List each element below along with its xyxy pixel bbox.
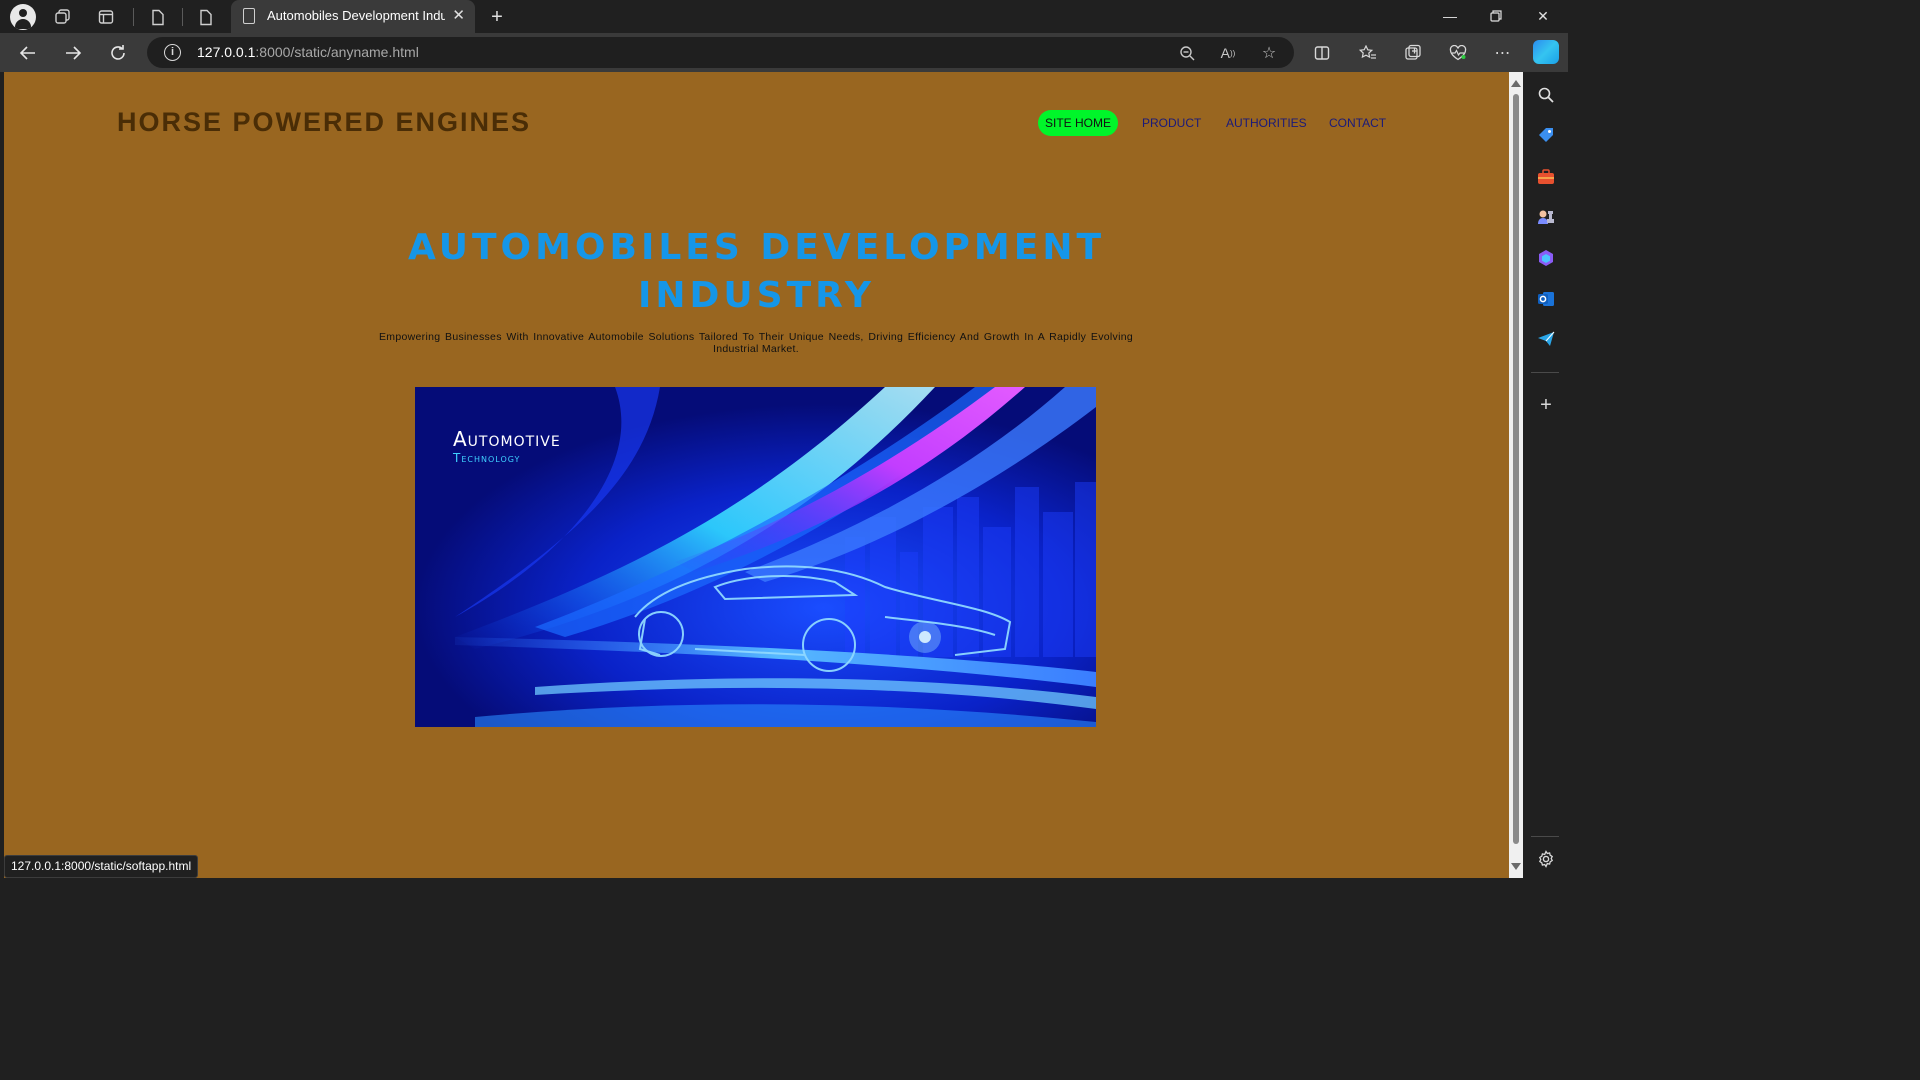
tab-title: Automobiles Development Indut	[267, 8, 445, 23]
address-bar[interactable]: i 127.0.0.1:8000/static/anyname.html A))…	[147, 37, 1294, 68]
close-tab-icon[interactable]: ✕	[452, 6, 465, 24]
banner-subheading: Technology	[453, 451, 521, 465]
nav-authorities[interactable]: AUTHORITIES	[1226, 110, 1307, 136]
close-window-icon[interactable]: ✕	[1520, 3, 1566, 29]
hero-title-line-2: INDUSTRY	[638, 275, 875, 316]
scroll-up-arrow-icon[interactable]	[1511, 80, 1521, 87]
automotive-technology-banner: Automotive Technology	[415, 387, 1096, 727]
nav-site-home[interactable]: SITE HOME	[1038, 110, 1119, 136]
tools-briefcase-icon[interactable]	[1535, 166, 1557, 188]
site-info-icon[interactable]: i	[164, 44, 181, 61]
browser-essentials-icon[interactable]	[1446, 41, 1470, 65]
web-page: HORSE POWERED ENGINES SITE HOME PRODUCT …	[4, 72, 1509, 878]
games-icon[interactable]	[1535, 206, 1557, 228]
nav-product[interactable]: PRODUCT	[1142, 110, 1201, 136]
refresh-icon[interactable]	[104, 39, 132, 67]
scroll-down-arrow-icon[interactable]	[1511, 863, 1521, 870]
back-arrow-icon[interactable]	[14, 39, 42, 67]
add-sidebar-app-icon[interactable]: +	[1535, 394, 1557, 416]
url-text[interactable]: 127.0.0.1:8000/static/anyname.html	[197, 44, 419, 60]
new-tab-icon[interactable]: +	[484, 4, 510, 30]
telegram-send-icon[interactable]	[1535, 328, 1557, 350]
hero-title-line-1: AUTOMOBILES DEVELOPMENT	[407, 227, 1106, 268]
minimize-icon[interactable]: —	[1427, 3, 1473, 29]
profile-avatar-icon[interactable]	[10, 4, 36, 30]
banner-heading: Automotive	[453, 427, 561, 451]
settings-gear-icon[interactable]	[1535, 848, 1557, 870]
vertical-tabs-icon[interactable]	[93, 4, 119, 30]
search-icon[interactable]	[1535, 84, 1557, 106]
zoom-out-icon[interactable]	[1177, 43, 1197, 63]
favorite-star-icon[interactable]: ☆	[1259, 43, 1279, 63]
hero-subtitle: Empowering Businesses With Innovative Au…	[379, 331, 1133, 355]
outlook-icon[interactable]	[1535, 288, 1557, 310]
split-screen-icon[interactable]	[1310, 41, 1334, 65]
tab-page-icon[interactable]	[145, 4, 171, 30]
active-tab[interactable]: Automobiles Development Indut ✕	[231, 0, 475, 33]
restore-icon[interactable]	[1473, 3, 1519, 29]
shopping-tag-icon[interactable]	[1535, 124, 1557, 146]
browser-sidebar: +	[1523, 72, 1568, 882]
workspaces-icon[interactable]	[50, 4, 76, 30]
forward-arrow-icon[interactable]	[59, 39, 87, 67]
scroll-thumb[interactable]	[1513, 94, 1519, 844]
nav-contact[interactable]: CONTACT	[1329, 110, 1386, 136]
copilot-app-icon[interactable]	[1535, 247, 1557, 269]
copilot-icon[interactable]	[1533, 40, 1559, 64]
browser-title-bar: Automobiles Development Indut ✕ + — ✕	[0, 0, 1568, 33]
read-aloud-icon[interactable]: A))	[1218, 43, 1238, 63]
more-options-icon[interactable]: ⋯	[1491, 41, 1515, 65]
page-scrollbar[interactable]	[1509, 72, 1523, 878]
page-icon	[243, 8, 255, 24]
collections-icon[interactable]	[1401, 41, 1425, 65]
status-link-preview: 127.0.0.1:8000/static/softapp.html	[4, 855, 199, 878]
favorites-icon[interactable]	[1356, 41, 1380, 65]
site-brand[interactable]: HORSE POWERED ENGINES	[117, 107, 531, 138]
browser-toolbar: i 127.0.0.1:8000/static/anyname.html A))…	[0, 33, 1568, 72]
tab-page-icon[interactable]	[193, 4, 219, 30]
